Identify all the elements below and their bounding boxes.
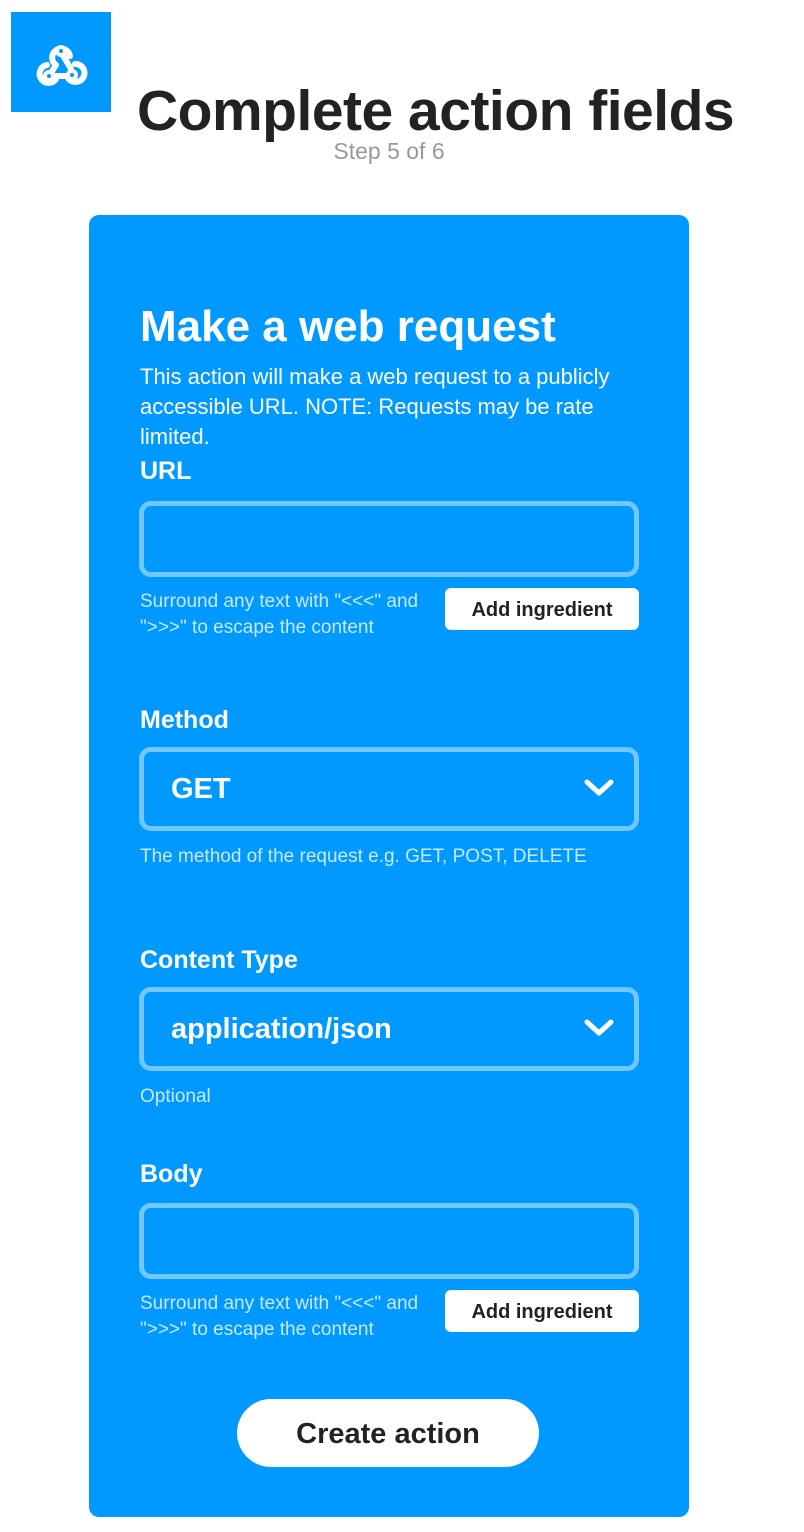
content-type-helper-text: Optional (140, 1086, 211, 1107)
content-type-select[interactable]: application/json (139, 987, 639, 1071)
step-indicator: Step 5 of 6 (333, 138, 445, 164)
action-fields-card: Make a web request This action will make… (89, 215, 689, 1517)
method-label: Method (140, 706, 229, 734)
body-input[interactable] (139, 1203, 639, 1279)
url-helper-text: Surround any text with "<<<" and ">>>" t… (140, 591, 419, 638)
webhooks-icon (36, 45, 88, 86)
page-title: Complete action fields (137, 79, 735, 144)
action-title: Make a web request (140, 301, 556, 351)
url-label: URL (140, 457, 192, 485)
chevron-down-icon (584, 1019, 614, 1036)
url-input[interactable] (139, 501, 639, 577)
webhooks-logo (11, 12, 111, 112)
body-add-ingredient-button[interactable]: Add ingredient (445, 1290, 639, 1332)
create-action-button[interactable]: Create action (237, 1399, 539, 1467)
chevron-down-icon (584, 779, 614, 796)
method-selected-value: GET (171, 773, 231, 805)
body-helper-text: Surround any text with "<<<" and ">>>" t… (140, 1293, 419, 1340)
content-type-selected-value: application/json (171, 1013, 392, 1045)
method-helper-text: The method of the request e.g. GET, POST… (140, 846, 587, 867)
method-select[interactable]: GET (139, 747, 639, 831)
url-add-ingredient-button[interactable]: Add ingredient (445, 588, 639, 630)
action-description: This action will make a web request to a… (140, 364, 610, 449)
body-label: Body (140, 1160, 203, 1188)
content-type-label: Content Type (140, 946, 298, 974)
